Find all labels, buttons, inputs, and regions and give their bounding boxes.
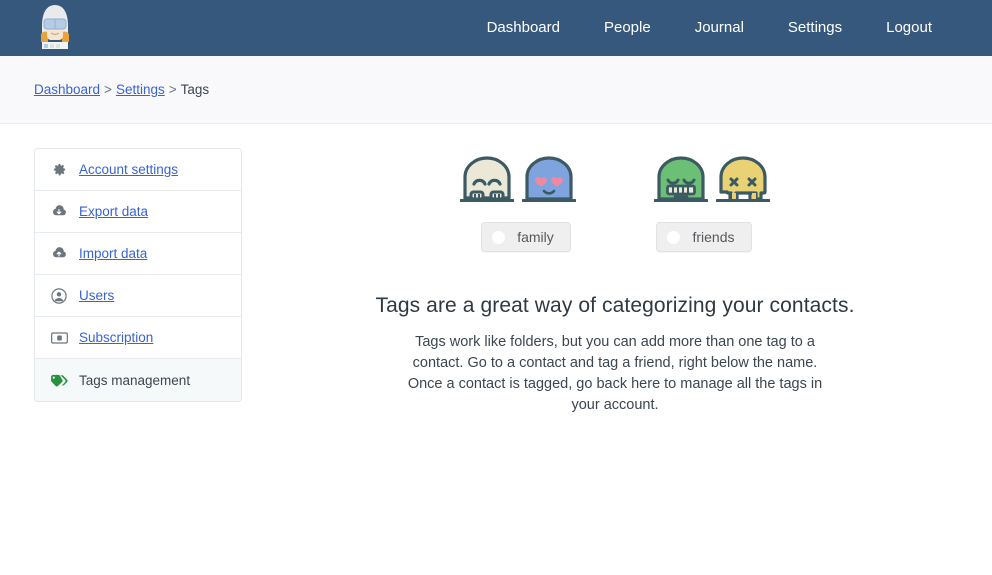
- tag-slot-family: family: [471, 222, 581, 252]
- tag-dot-icon: [667, 230, 681, 244]
- tag-dot-icon: [492, 230, 506, 244]
- breadcrumb-separator: >: [168, 82, 177, 97]
- sidebar-item-tags-management[interactable]: Tags management: [35, 359, 241, 401]
- monster-cream-happy: [459, 155, 515, 210]
- monster-group-friends: [653, 155, 771, 210]
- sidebar-item-export-data[interactable]: Export data: [35, 191, 241, 233]
- nav-item-dashboard[interactable]: Dashboard: [465, 0, 582, 56]
- sidebar-item-label[interactable]: Account settings: [79, 162, 178, 177]
- main-content: family friends Tags are a great way of c…: [270, 148, 960, 416]
- tag-pill-row: family friends: [270, 222, 960, 252]
- nav-item-people[interactable]: People: [582, 0, 673, 56]
- monster-yellow-dead: [715, 155, 771, 210]
- sidebar-item-account-settings[interactable]: Account settings: [35, 149, 241, 191]
- sidebar-item-label[interactable]: Import data: [79, 246, 147, 261]
- sidebar-item-label[interactable]: Export data: [79, 204, 148, 219]
- sidebar-item-label: Tags management: [79, 372, 191, 388]
- sidebar-item-label[interactable]: Users: [79, 288, 114, 303]
- breadcrumb-item-dashboard[interactable]: Dashboard: [34, 82, 100, 97]
- gear-icon: [49, 160, 69, 180]
- cloud-download-icon: [49, 202, 69, 222]
- nav-item-logout[interactable]: Logout: [864, 0, 954, 56]
- page-title: Tags are a great way of categorizing you…: [375, 294, 855, 317]
- monster-blue-love: [521, 155, 577, 210]
- tag-slot-friends: friends: [649, 222, 759, 252]
- breadcrumb-bar: Dashboard > Settings > Tags: [0, 56, 992, 124]
- user-circle-icon: [49, 286, 69, 306]
- page-description: Tags work like folders, but you can add …: [407, 334, 823, 413]
- tag-pill-friends[interactable]: friends: [656, 222, 752, 252]
- monster-group-family: [459, 155, 577, 210]
- tag-icon: [49, 370, 69, 390]
- sidebar-item-import-data[interactable]: Import data: [35, 233, 241, 275]
- breadcrumb-separator: >: [104, 82, 112, 97]
- cloud-upload-icon: [49, 244, 69, 264]
- nav-item-settings[interactable]: Settings: [766, 0, 864, 56]
- page-body: Account settings Export data Import data: [0, 124, 992, 575]
- banknote-icon: [49, 328, 69, 348]
- sidebar-item-label[interactable]: Subscription: [79, 330, 153, 345]
- app-header: Dashboard People Journal Settings Logout: [0, 0, 992, 56]
- sidebar-item-subscription[interactable]: Subscription: [35, 317, 241, 359]
- astronaut-logo-icon[interactable]: [34, 2, 76, 52]
- monster-green-grin: [653, 155, 709, 210]
- breadcrumb-item-settings[interactable]: Settings: [116, 82, 165, 97]
- breadcrumb-item-tags: Tags: [180, 82, 210, 97]
- tag-row-gap: [581, 222, 649, 252]
- tag-pill-label: family: [517, 229, 554, 245]
- tag-pill-label: friends: [692, 229, 735, 245]
- main-navigation: Dashboard People Journal Settings Logout: [465, 0, 954, 56]
- monster-illustration: [270, 156, 960, 210]
- nav-item-journal[interactable]: Journal: [673, 0, 766, 56]
- tag-pill-family[interactable]: family: [481, 222, 571, 252]
- settings-sidebar: Account settings Export data Import data: [34, 148, 242, 402]
- breadcrumb: Dashboard > Settings > Tags: [34, 82, 209, 97]
- sidebar-item-users[interactable]: Users: [35, 275, 241, 317]
